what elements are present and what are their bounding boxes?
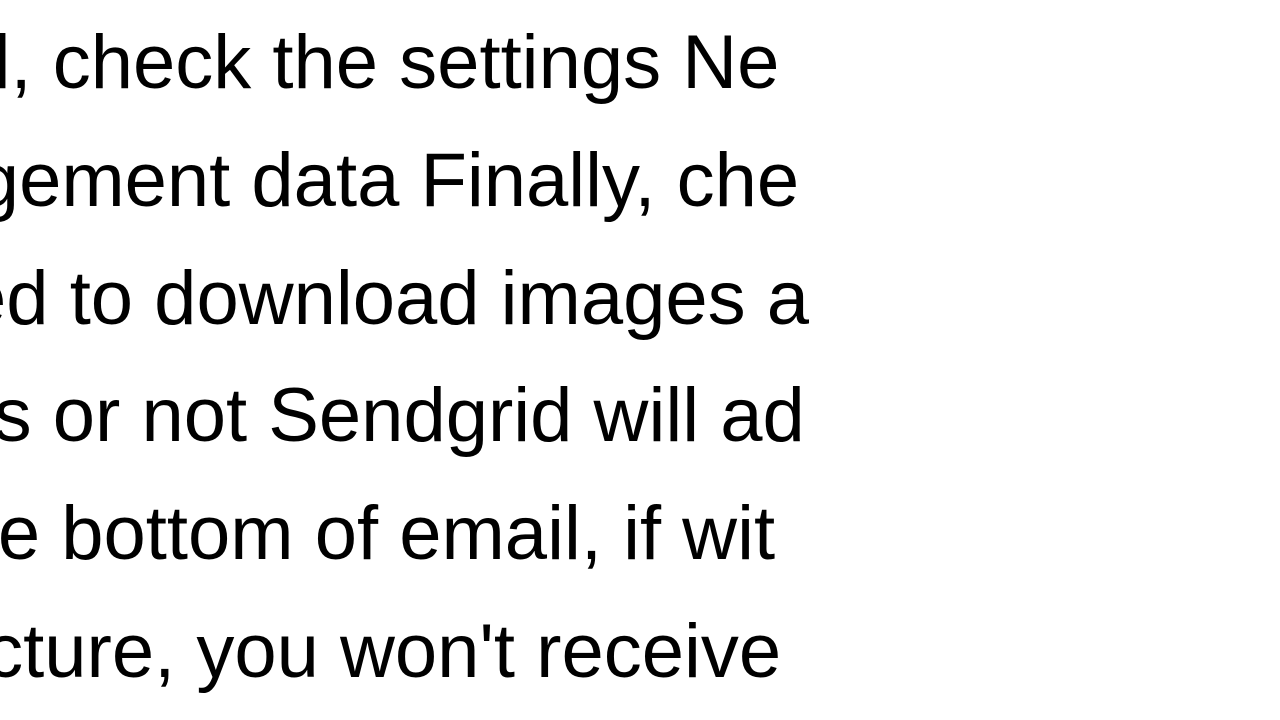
text-line-4: k ads or not Sendgrid will ad <box>0 357 809 475</box>
text-line-3: lowed to download images a <box>0 240 809 358</box>
text-line-1: of all, check the settings Ne <box>0 4 809 122</box>
cropped-text-block: of all, check the settings Ne ngagement … <box>0 4 809 711</box>
text-line-2: ngagement data Finally, che <box>0 122 809 240</box>
text-line-6: is picture, you won't receive <box>0 593 809 711</box>
text-line-5: at the bottom of email, if wit <box>0 475 809 593</box>
